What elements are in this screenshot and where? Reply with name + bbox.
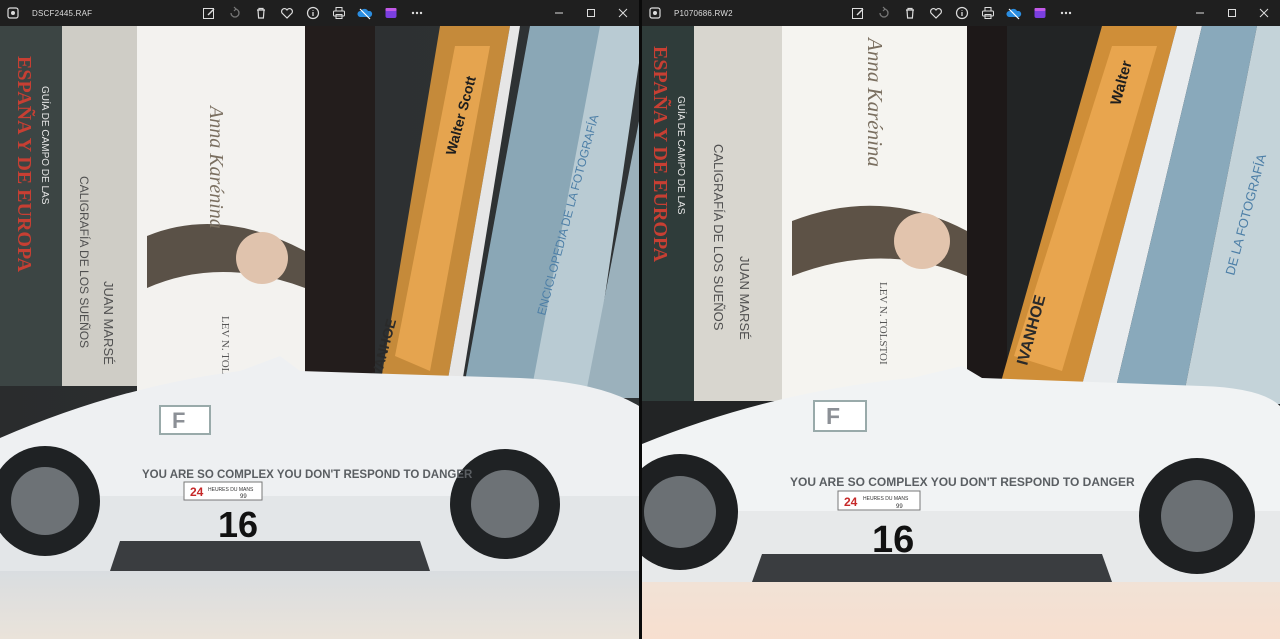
photo-canvas[interactable]: ESPAÑA Y DE EUROPA GUÍA DE CAMPO DE LAS … xyxy=(642,26,1280,639)
photos-app-icon xyxy=(648,6,662,20)
window-controls xyxy=(543,0,639,26)
badge-24: 24 xyxy=(190,485,204,499)
close-icon[interactable] xyxy=(607,0,639,26)
race-number: 16 xyxy=(872,519,914,561)
book-title-spain: ESPAÑA Y DE EUROPA xyxy=(649,46,672,263)
edit-icon[interactable] xyxy=(198,2,220,24)
minimize-icon[interactable] xyxy=(543,0,575,26)
more-icon[interactable] xyxy=(406,2,428,24)
photo-image: ESPAÑA Y DE EUROPA GUÍA DE CAMPO DE LAS … xyxy=(0,26,639,639)
clipchamp-icon[interactable] xyxy=(380,2,402,24)
book-title-dreams: CALIGRAFÍA DE LOS SUEÑOS xyxy=(77,176,92,348)
file-name: P1070686.RW2 xyxy=(674,8,733,18)
photo-viewer-window-left: ESPAÑA Y DE EUROPA GUÍA DE CAMPO DE LAS … xyxy=(0,0,639,639)
book-title-karenina: Anna Karénina xyxy=(205,104,227,229)
favorite-icon[interactable] xyxy=(276,2,298,24)
toolbar xyxy=(847,0,1077,26)
badge-year: 99 xyxy=(240,494,247,500)
onedrive-icon[interactable] xyxy=(354,2,376,24)
file-name: DSCF2445.RAF xyxy=(32,8,93,18)
book-title-karenina: Anna Karénina xyxy=(863,36,887,167)
rotate-icon[interactable] xyxy=(873,2,895,24)
photo-canvas[interactable]: ESPAÑA Y DE EUROPA GUÍA DE CAMPO DE LAS … xyxy=(0,26,639,639)
rotate-icon[interactable] xyxy=(224,2,246,24)
book-author-tolstoi: LEV N. TOLSTOI xyxy=(877,282,889,365)
race-number: 16 xyxy=(218,504,258,545)
car-slogan: YOU ARE SO COMPLEX YOU DON'T RESPOND TO … xyxy=(142,469,473,481)
minimize-icon[interactable] xyxy=(1184,0,1216,26)
badge-year: 99 xyxy=(896,504,903,510)
book-title-guide: GUÍA DE CAMPO DE LAS xyxy=(39,86,52,205)
badge-text: HEURES DU MANS xyxy=(863,496,909,502)
badge-text: HEURES DU MANS xyxy=(208,487,254,493)
onedrive-icon[interactable] xyxy=(1003,2,1025,24)
toolbar xyxy=(198,0,428,26)
close-icon[interactable] xyxy=(1248,0,1280,26)
photo-image: ESPAÑA Y DE EUROPA GUÍA DE CAMPO DE LAS … xyxy=(642,26,1280,639)
print-icon[interactable] xyxy=(328,2,350,24)
info-icon[interactable] xyxy=(302,2,324,24)
book-title-dreams: CALIGRAFÍA DE LOS SUEÑOS xyxy=(711,144,726,331)
car-logo-letter: F xyxy=(826,403,840,429)
clipchamp-icon[interactable] xyxy=(1029,2,1051,24)
car-slogan: YOU ARE SO COMPLEX YOU DON'T RESPOND TO … xyxy=(790,475,1135,489)
print-icon[interactable] xyxy=(977,2,999,24)
book-author-marse: JUAN MARSÉ xyxy=(737,256,752,340)
photos-app-icon xyxy=(6,6,20,20)
photo-viewer-window-right: ESPAÑA Y DE EUROPA GUÍA DE CAMPO DE LAS … xyxy=(642,0,1280,639)
book-title-spain: ESPAÑA Y DE EUROPA xyxy=(13,56,36,273)
car-logo-letter: F xyxy=(172,408,185,433)
favorite-icon[interactable] xyxy=(925,2,947,24)
maximize-icon[interactable] xyxy=(1216,0,1248,26)
maximize-icon[interactable] xyxy=(575,0,607,26)
badge-24: 24 xyxy=(844,495,858,509)
book-title-guide: GUÍA DE CAMPO DE LAS xyxy=(675,96,688,215)
more-icon[interactable] xyxy=(1055,2,1077,24)
delete-icon[interactable] xyxy=(899,2,921,24)
delete-icon[interactable] xyxy=(250,2,272,24)
window-controls xyxy=(1184,0,1280,26)
info-icon[interactable] xyxy=(951,2,973,24)
book-author-marse: JUAN MARSÉ xyxy=(101,281,116,365)
edit-icon[interactable] xyxy=(847,2,869,24)
